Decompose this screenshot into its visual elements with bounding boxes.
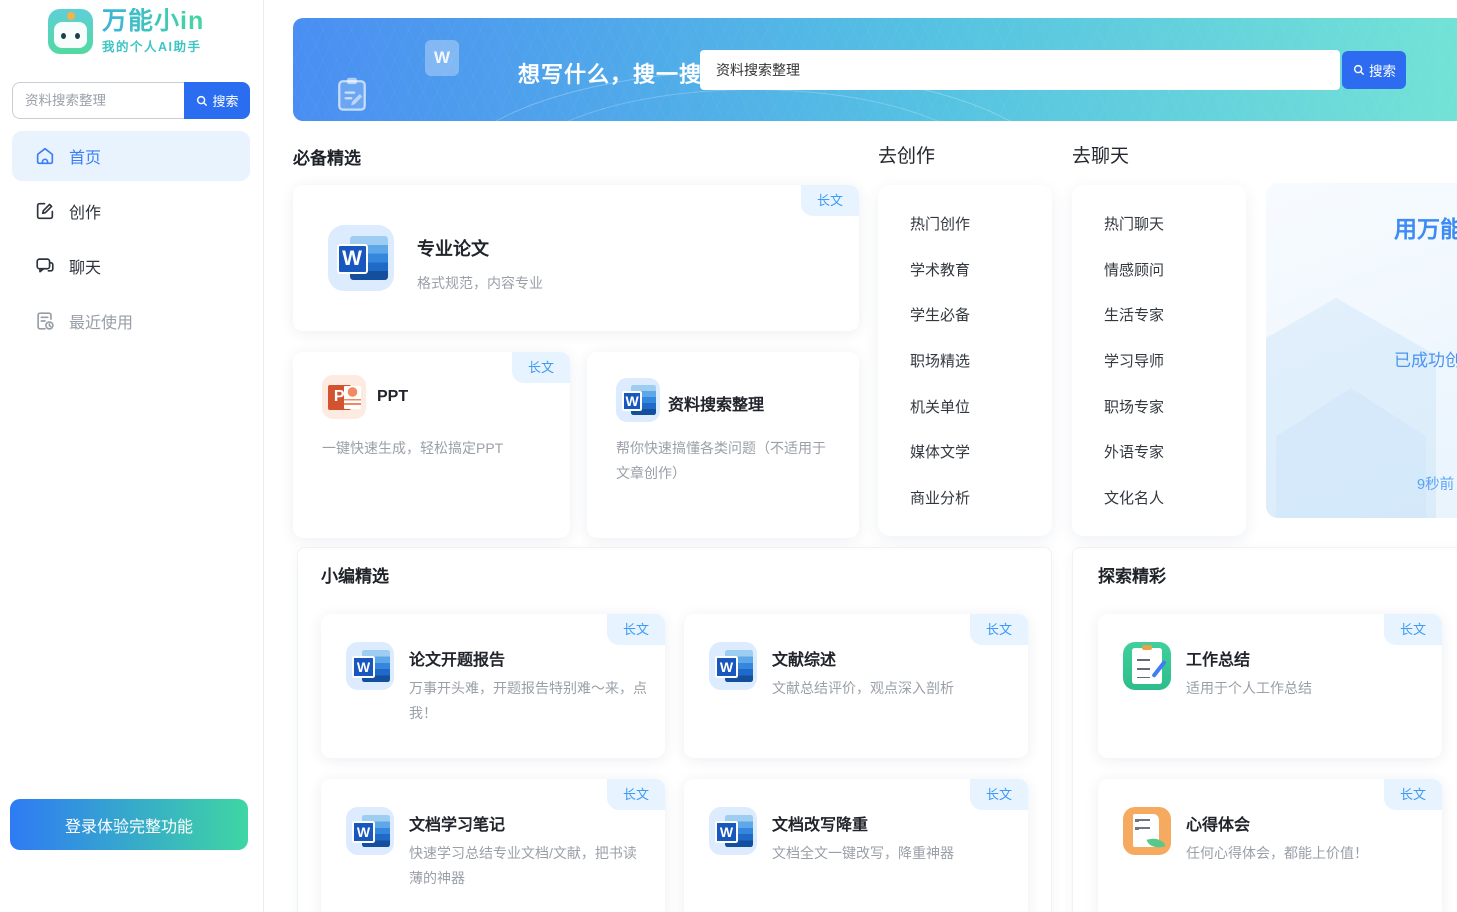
editors-section: 小编精选 长文 W 论文开题报告 万事开头难，开题报告特别难～来，点我！ 长文 … [297,547,1052,912]
sidebar-search: 搜索 [12,82,250,119]
create-item[interactable]: 商业分析 [910,487,1052,508]
create-item[interactable]: 学生必备 [910,304,1052,325]
app-subtitle: 我的个人AI助手 [102,36,204,55]
sidebar-item-home[interactable]: 首页 [12,131,250,181]
chat-item[interactable]: 学习导师 [1104,350,1246,371]
banner-search: 搜索 [700,50,1406,90]
long-text-badge: 长文 [512,352,570,383]
create-heading[interactable]: 去创作 [878,141,935,168]
edit-icon [34,200,56,222]
app-logo[interactable]: 万能小in 我的个人AI助手 [48,8,204,55]
sidebar-search-button[interactable]: 搜索 [184,82,250,119]
word-doc-icon: W [425,40,459,76]
app-root: 万能小in 我的个人AI助手 搜索 首页 创作 聊天 [0,0,1457,912]
chat-heading[interactable]: 去聊天 [1072,141,1129,168]
create-item[interactable]: 学术教育 [910,259,1052,280]
card-desc: 任何心得体会，都能上价值！ [1186,841,1426,866]
card-insight-reflection[interactable]: 长文 心得体会 任何心得体会，都能上价值！ [1098,779,1442,912]
card-research-search[interactable]: W 资料搜索整理 帮你快速搞懂各类问题（不适用于文章创作） [587,352,859,538]
card-desc: 一键快速生成，轻松搞定PPT [322,436,550,461]
recent-icon [34,310,56,332]
card-ppt[interactable]: 长文 P PPT 一键快速生成，轻松搞定PPT [293,352,570,538]
login-button[interactable]: 登录体验完整功能 [10,799,248,850]
create-item[interactable]: 热门创作 [910,213,1052,234]
card-desc: 快速学习总结专业文档/文献，把书读薄的神器 [409,841,649,891]
sidebar-nav: 首页 创作 聊天 最近使用 [12,131,250,346]
word-icon: W [616,378,660,422]
card-professional-paper[interactable]: 长文 W 专业论文 格式规范，内容专业 [293,185,859,331]
card-title: 文献综述 [772,646,836,670]
robot-logo-icon [48,9,93,54]
editors-heading: 小编精选 [321,562,389,587]
search-icon [1352,63,1366,77]
card-study-notes[interactable]: 长文 W 文档学习笔记 快速学习总结专业文档/文献，把书读薄的神器 [321,779,665,912]
clipboard-icon [335,75,369,113]
card-desc: 万事开头难，开题报告特别难～来，点我！ [409,676,649,726]
word-icon: W [709,642,757,690]
card-rewrite-dedup[interactable]: 长文 W 文档改写降重 文档全文一键改写，降重神器 [684,779,1028,912]
card-title: 资料搜索整理 [668,391,764,415]
banner-search-input[interactable] [700,50,1340,90]
sidebar-item-recent[interactable]: 最近使用 [12,296,250,346]
promo-time: 9秒前 [1417,473,1454,494]
word-icon: W [346,642,394,690]
card-title: 心得体会 [1186,811,1250,835]
promo-status: 已成功创 [1394,346,1457,371]
card-title: 文档学习笔记 [409,811,505,835]
chat-item[interactable]: 生活专家 [1104,304,1246,325]
ppt-icon: P [322,375,366,419]
banner-prompt: 想写什么，搜一搜 [518,57,702,89]
chat-item[interactable]: 外语专家 [1104,441,1246,462]
app-title: 万能小in [102,8,204,34]
card-desc: 适用于个人工作总结 [1186,676,1426,701]
word-icon: W [328,225,394,291]
banner-search-button[interactable]: 搜索 [1342,51,1406,89]
word-icon: W [709,807,757,855]
chat-item[interactable]: 热门聊天 [1104,213,1246,234]
long-text-badge: 长文 [970,614,1028,645]
card-title: 文档改写降重 [772,811,868,835]
home-icon [34,145,56,167]
card-work-summary[interactable]: 长文 工作总结 适用于个人工作总结 [1098,614,1442,758]
create-item[interactable]: 职场精选 [910,350,1052,371]
long-text-badge: 长文 [1384,779,1442,810]
sidebar-search-input[interactable] [12,82,184,119]
chat-icon [34,255,56,277]
promo-card[interactable]: 用万能 已成功创 9秒前 [1266,183,1457,518]
explore-section: 探索精彩 长文 工作总结 适用于个人工作总结 长文 心得体会 任何心得体会，都能… [1072,547,1457,912]
explore-heading: 探索精彩 [1098,562,1166,587]
promo-title: 用万能 [1394,210,1457,244]
sidebar-item-chat[interactable]: 聊天 [12,241,250,291]
create-panel: 热门创作 学术教育 学生必备 职场精选 机关单位 媒体文学 商业分析 [878,185,1052,536]
chat-item[interactable]: 情感顾问 [1104,259,1246,280]
long-text-badge: 长文 [607,614,665,645]
card-title: 专业论文 [417,235,489,261]
card-title: 论文开题报告 [409,646,505,670]
card-thesis-proposal[interactable]: 长文 W 论文开题报告 万事开头难，开题报告特别难～来，点我！ [321,614,665,758]
card-desc: 格式规范，内容专业 [417,271,543,296]
create-item[interactable]: 机关单位 [910,396,1052,417]
long-text-badge: 长文 [970,779,1028,810]
long-text-badge: 长文 [607,779,665,810]
hero-banner: W 想写什么，搜一搜 搜索 [293,18,1457,121]
chat-panel: 热门聊天 情感顾问 生活专家 学习导师 职场专家 外语专家 文化名人 [1072,185,1246,536]
card-literature-review[interactable]: 长文 W 文献综述 文献总结评价，观点深入剖析 [684,614,1028,758]
essentials-heading: 必备精选 [293,144,361,169]
card-desc: 文档全文一键改写，降重神器 [772,841,1012,866]
word-icon: W [346,807,394,855]
search-icon [195,94,209,108]
create-item[interactable]: 媒体文学 [910,441,1052,462]
chat-item[interactable]: 文化名人 [1104,487,1246,508]
card-title: 工作总结 [1186,646,1250,670]
chat-item[interactable]: 职场专家 [1104,396,1246,417]
card-title: PPT [377,388,408,406]
card-desc: 文献总结评价，观点深入剖析 [772,676,1012,701]
long-text-badge: 长文 [1384,614,1442,645]
insight-icon [1123,807,1171,855]
card-desc: 帮你快速搞懂各类问题（不适用于文章创作） [616,436,838,486]
sidebar-item-create[interactable]: 创作 [12,186,250,236]
worklog-icon [1123,642,1171,690]
long-text-badge: 长文 [801,185,859,216]
sidebar: 万能小in 我的个人AI助手 搜索 首页 创作 聊天 [0,0,264,912]
